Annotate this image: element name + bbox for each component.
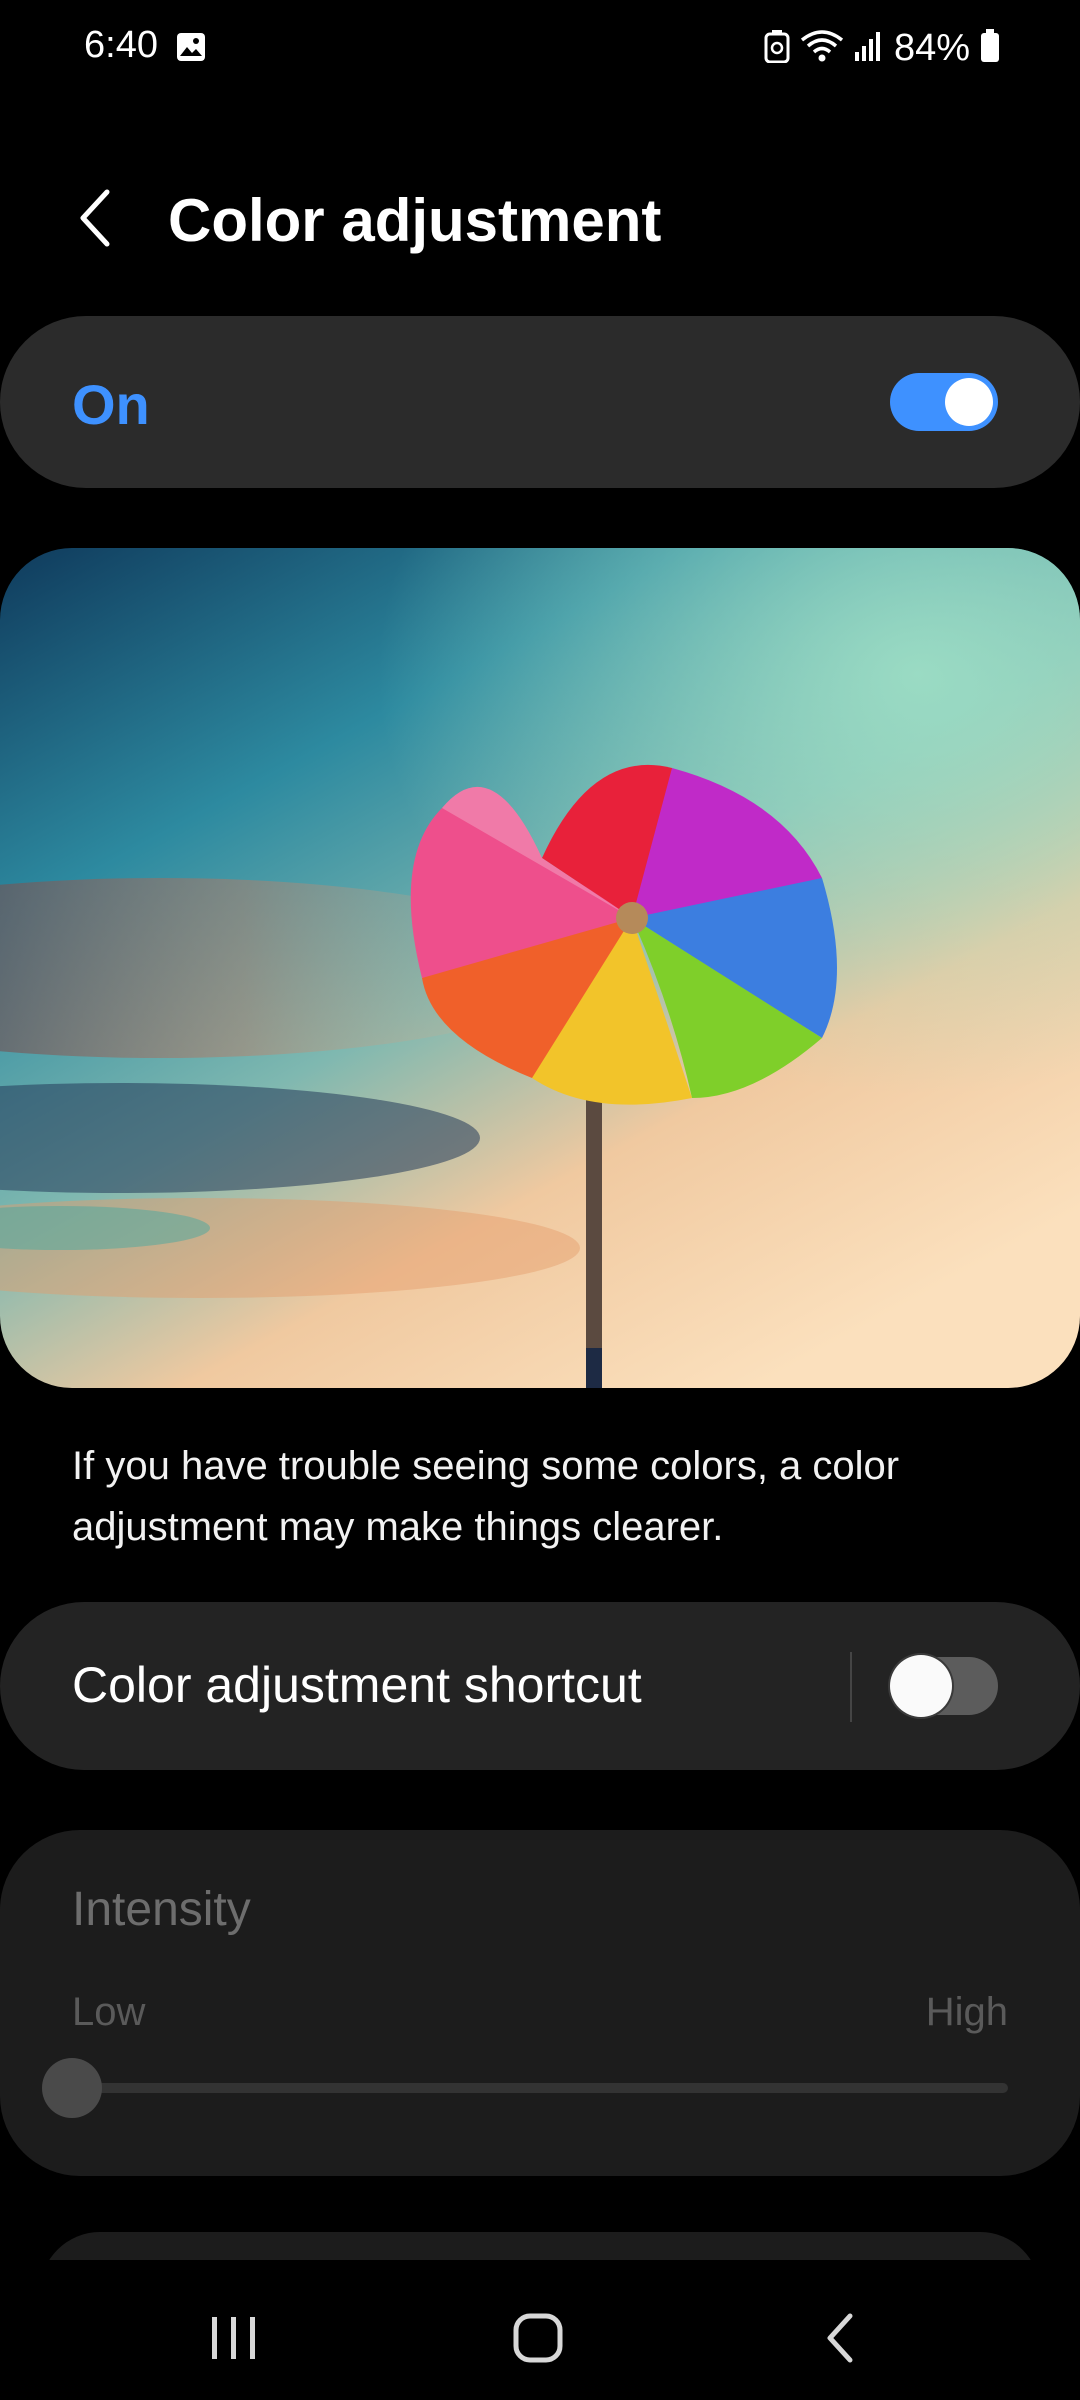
intensity-slider-thumb[interactable] bbox=[42, 2058, 102, 2118]
page-title: Color adjustment bbox=[168, 187, 662, 254]
description-text: If you have trouble seeing some colors, … bbox=[72, 1444, 900, 1549]
intensity-slider-track[interactable] bbox=[44, 2083, 1008, 2093]
intensity-high-label: High bbox=[925, 1990, 1008, 2034]
preview-image bbox=[0, 548, 1080, 1388]
back-chevron-icon bbox=[75, 188, 115, 253]
nav-back-button[interactable] bbox=[790, 2300, 890, 2380]
battery-percent: 84% bbox=[893, 26, 970, 69]
back-button[interactable] bbox=[60, 180, 130, 260]
wifi-icon bbox=[800, 28, 844, 69]
divider bbox=[850, 1652, 852, 1722]
status-bar: 6:40 84% bbox=[0, 0, 1080, 96]
toggle-knob bbox=[945, 378, 993, 426]
toggle-knob bbox=[890, 1655, 952, 1717]
app-bar: Color adjustment bbox=[0, 170, 1080, 270]
home-icon bbox=[510, 2310, 566, 2371]
battery-saver-icon bbox=[764, 29, 790, 68]
recents-button[interactable] bbox=[184, 2300, 284, 2380]
home-button[interactable] bbox=[488, 2300, 588, 2380]
intensity-card: Intensity Low High bbox=[0, 1830, 1080, 2176]
intensity-low-label: Low bbox=[72, 1990, 146, 2034]
master-switch-bar[interactable]: On bbox=[0, 316, 1080, 488]
intensity-title: Intensity bbox=[72, 1883, 251, 1936]
battery-icon bbox=[980, 28, 1000, 68]
status-time: 6:40 bbox=[84, 24, 158, 66]
back-icon bbox=[820, 2310, 860, 2371]
shortcut-toggle[interactable] bbox=[890, 1655, 998, 1717]
master-switch-toggle[interactable] bbox=[890, 373, 998, 431]
navigation-bar bbox=[0, 2260, 1080, 2400]
shortcut-row[interactable]: Color adjustment shortcut bbox=[0, 1602, 1080, 1770]
signal-icon bbox=[854, 30, 884, 67]
shortcut-label: Color adjustment shortcut bbox=[72, 1657, 642, 1713]
master-switch-label: On bbox=[72, 373, 150, 436]
status-icons: 84% bbox=[764, 24, 1000, 72]
image-icon bbox=[176, 32, 206, 62]
recents-icon bbox=[206, 2313, 262, 2368]
